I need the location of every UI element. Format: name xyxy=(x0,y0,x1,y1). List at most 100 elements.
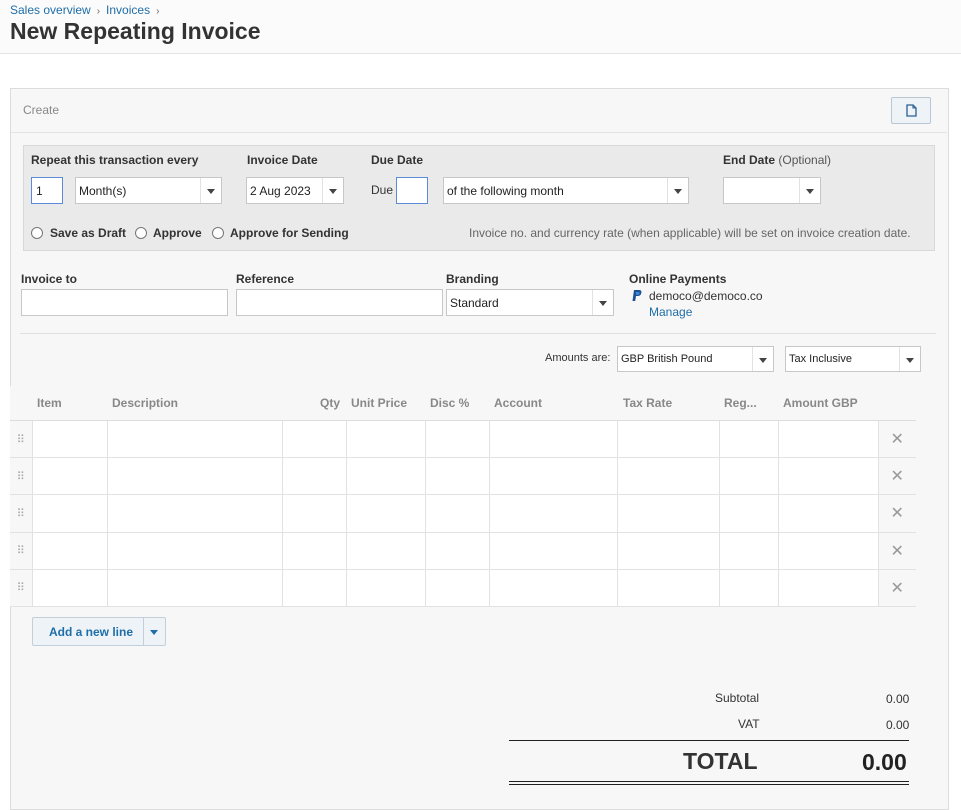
cell-disc[interactable] xyxy=(424,494,490,533)
branding-label: Branding xyxy=(446,272,499,286)
cell-item[interactable] xyxy=(31,419,108,459)
repeat-unit-value: Month(s) xyxy=(79,184,127,198)
cell-item[interactable] xyxy=(31,568,108,608)
drag-handle-icon[interactable]: ⠿ xyxy=(10,494,33,533)
delete-row-icon[interactable]: ✕ xyxy=(877,531,916,570)
cell-account[interactable] xyxy=(488,494,618,533)
currency-select[interactable]: GBP British Pound xyxy=(617,346,774,372)
cell-account[interactable] xyxy=(488,531,618,570)
cell-account[interactable] xyxy=(488,419,618,459)
drag-handle-icon[interactable]: ⠿ xyxy=(10,531,33,570)
cell-item[interactable] xyxy=(31,457,108,496)
cell-tax-rate[interactable] xyxy=(616,494,720,533)
invoice-to-input[interactable] xyxy=(21,289,228,316)
column-header-disc: Disc % xyxy=(425,386,489,421)
manage-payments-link[interactable]: Manage xyxy=(649,305,692,319)
approve-radio[interactable] xyxy=(135,227,147,239)
approve-for-sending-label[interactable]: Approve for Sending xyxy=(230,226,349,240)
invoice-date-picker[interactable]: 2 Aug 2023 xyxy=(246,177,344,204)
cell-disc[interactable] xyxy=(424,457,490,496)
cell-unit-price[interactable] xyxy=(345,494,426,533)
cell-amount[interactable] xyxy=(777,531,879,570)
cell-region[interactable] xyxy=(718,457,779,496)
breadcrumb-invoices-link[interactable]: Invoices xyxy=(106,3,150,17)
due-term-select[interactable]: of the following month xyxy=(443,177,689,204)
options-button[interactable] xyxy=(891,97,931,124)
cell-tax-rate[interactable] xyxy=(616,568,720,608)
vat-value: 0.00 xyxy=(886,718,910,732)
add-new-line-label: Add a new line xyxy=(49,625,134,639)
cell-region[interactable] xyxy=(718,531,779,570)
cell-amount[interactable] xyxy=(777,494,879,533)
cell-unit-price[interactable] xyxy=(345,457,426,496)
chevron-down-icon[interactable] xyxy=(150,630,158,635)
cell-region[interactable] xyxy=(718,494,779,533)
chevron-down-icon xyxy=(667,178,688,203)
save-as-draft-label[interactable]: Save as Draft xyxy=(50,226,126,240)
cell-disc[interactable] xyxy=(424,568,490,608)
handle-column-header xyxy=(10,386,32,421)
cell-amount[interactable] xyxy=(777,568,879,608)
cell-unit-price[interactable] xyxy=(345,568,426,608)
chevron-down-icon xyxy=(899,347,920,371)
branding-select[interactable]: Standard xyxy=(446,289,614,316)
cell-description[interactable] xyxy=(106,568,283,608)
cell-description[interactable] xyxy=(106,419,283,459)
approve-label[interactable]: Approve xyxy=(153,226,202,240)
drag-handle-icon[interactable]: ⠿ xyxy=(10,457,33,496)
breadcrumb-separator: › xyxy=(96,6,101,17)
delete-row-icon[interactable]: ✕ xyxy=(877,494,916,533)
table-row: ⠿ ✕ xyxy=(10,568,916,608)
table-row: ⠿ ✕ xyxy=(10,494,916,533)
tax-mode-select[interactable]: Tax Inclusive xyxy=(785,346,921,372)
cell-tax-rate[interactable] xyxy=(616,531,720,570)
card-divider xyxy=(11,132,947,133)
cell-amount[interactable] xyxy=(777,457,879,496)
end-date-picker[interactable] xyxy=(723,177,821,204)
drag-handle-icon[interactable]: ⠿ xyxy=(10,419,33,459)
cell-region[interactable] xyxy=(718,568,779,608)
cell-disc[interactable] xyxy=(424,531,490,570)
cell-account[interactable] xyxy=(488,457,618,496)
cell-qty[interactable] xyxy=(281,457,347,496)
reference-input[interactable] xyxy=(236,289,443,316)
repeat-unit-select[interactable]: Month(s) xyxy=(75,177,222,204)
cell-qty[interactable] xyxy=(281,531,347,570)
column-header-item: Item xyxy=(32,386,107,421)
cell-disc[interactable] xyxy=(424,419,490,459)
cell-tax-rate[interactable] xyxy=(616,419,720,459)
cell-item[interactable] xyxy=(31,494,108,533)
cell-item[interactable] xyxy=(31,531,108,570)
column-header-qty: Qty xyxy=(282,386,346,421)
delete-row-icon[interactable]: ✕ xyxy=(877,419,916,459)
invoice-date-label: Invoice Date xyxy=(247,153,318,167)
cell-qty[interactable] xyxy=(281,494,347,533)
cell-tax-rate[interactable] xyxy=(616,457,720,496)
drag-handle-icon[interactable]: ⠿ xyxy=(10,568,33,608)
cell-amount[interactable] xyxy=(777,419,879,459)
repeat-every-label: Repeat this transaction every xyxy=(31,153,199,167)
subtotal-value: 0.00 xyxy=(886,692,910,706)
cell-unit-price[interactable] xyxy=(345,419,426,459)
column-header-unit-price: Unit Price xyxy=(346,386,425,421)
due-date-label: Due Date xyxy=(371,153,424,167)
cell-unit-price[interactable] xyxy=(345,531,426,570)
breadcrumb-sales-overview-link[interactable]: Sales overview xyxy=(10,3,91,17)
add-new-line-button[interactable]: Add a new line xyxy=(32,617,166,646)
table-row: ⠿ ✕ xyxy=(10,419,916,459)
end-date-label-text: End Date xyxy=(723,153,776,167)
cell-description[interactable] xyxy=(106,494,283,533)
cell-description[interactable] xyxy=(106,457,283,496)
cell-description[interactable] xyxy=(106,531,283,570)
cell-qty[interactable] xyxy=(281,568,347,608)
save-as-draft-radio[interactable] xyxy=(31,227,43,239)
delete-row-icon[interactable]: ✕ xyxy=(877,568,916,608)
repeat-every-input[interactable]: 1 xyxy=(31,177,63,204)
due-day-input[interactable] xyxy=(396,177,428,204)
cell-region[interactable] xyxy=(718,419,779,459)
column-header-amount: Amount GBP xyxy=(778,386,878,421)
cell-account[interactable] xyxy=(488,568,618,608)
cell-qty[interactable] xyxy=(281,419,347,459)
delete-row-icon[interactable]: ✕ xyxy=(877,457,916,496)
approve-for-sending-radio[interactable] xyxy=(212,227,224,239)
